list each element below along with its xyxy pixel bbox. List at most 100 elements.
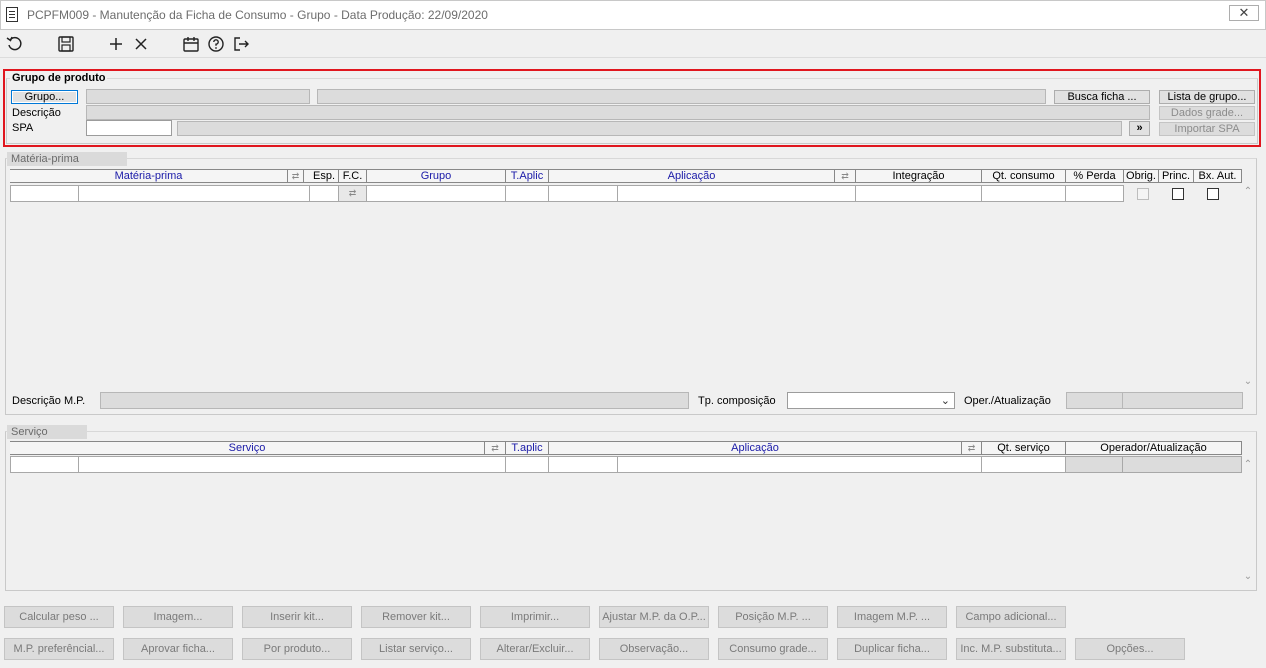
mp-scroll-up-icon[interactable]: ⌃	[1242, 186, 1254, 197]
opcoes-button[interactable]: Opções...	[1075, 638, 1185, 660]
servico-code-cell[interactable]	[10, 456, 79, 473]
close-button[interactable]: ✕	[1229, 5, 1259, 21]
ajustar-m-p-da-o-p-button[interactable]: Ajustar M.P. da O.P...	[599, 606, 709, 628]
servico-row[interactable]	[10, 456, 1242, 473]
grupo-name-field	[317, 89, 1046, 104]
aplicacao-code-cell[interactable]	[549, 185, 618, 202]
duplicar-ficha-button[interactable]: Duplicar ficha...	[837, 638, 947, 660]
m-p-preferencial-button[interactable]: M.P. preferêncial...	[4, 638, 114, 660]
grupo-code-field	[86, 89, 310, 104]
spa-input[interactable]	[86, 120, 172, 136]
aprovar-ficha-button[interactable]: Aprovar ficha...	[123, 638, 233, 660]
descricao-mp-label: Descrição M.P.	[12, 395, 86, 407]
descricao-label: Descrição	[12, 107, 61, 119]
toolbar-divider	[0, 57, 1266, 58]
servico-aplicacao-code-cell[interactable]	[549, 456, 618, 473]
col-bx-aut[interactable]: Bx. Aut.	[1194, 170, 1242, 182]
materia-prima-sort-icon[interactable]: ⇄	[288, 170, 304, 182]
col-t-aplic[interactable]: T.Aplic	[506, 170, 549, 182]
servico-scroll-up-icon[interactable]: ⌃	[1242, 459, 1254, 470]
por-produto-button[interactable]: Por produto...	[242, 638, 352, 660]
remover-kit-button[interactable]: Remover kit...	[361, 606, 471, 628]
alterar-excluir-button[interactable]: Alterar/Excluir...	[480, 638, 590, 660]
spa-description-field	[177, 121, 1122, 136]
chevron-down-icon: ⌄	[940, 395, 950, 407]
descricao-mp-field	[100, 392, 689, 409]
col-servico-t-aplic[interactable]: T.aplic	[506, 442, 549, 454]
col-aplicacao[interactable]: Aplicação	[549, 170, 835, 182]
campo-adicional-button[interactable]: Campo adicional...	[956, 606, 1066, 628]
col-qt-servico[interactable]: Qt. serviço	[982, 442, 1066, 454]
esp-cell[interactable]	[310, 185, 339, 202]
aplicacao-name-cell[interactable]	[618, 185, 856, 202]
atualizacao-field	[1122, 392, 1243, 409]
col-operador-atualizacao[interactable]: Operador/Atualização	[1066, 442, 1242, 454]
lista-grupo-button[interactable]: Lista de grupo...	[1159, 90, 1255, 104]
busca-ficha-button[interactable]: Busca ficha ...	[1054, 90, 1150, 104]
window-title: PCPFM009 - Manutenção da Ficha de Consum…	[27, 8, 488, 22]
spa-nav-button[interactable]: »	[1129, 121, 1150, 136]
listar-servico-button[interactable]: Listar serviço...	[361, 638, 471, 660]
col-servico-aplicacao[interactable]: Aplicação	[549, 442, 962, 454]
col-fc[interactable]: F.C.	[339, 170, 367, 182]
col-grupo[interactable]: Grupo	[367, 170, 506, 182]
bx-aut-checkbox[interactable]	[1207, 188, 1219, 200]
grupo-cell[interactable]	[367, 185, 506, 202]
delete-icon[interactable]	[131, 32, 151, 54]
materia-prima-row[interactable]: ⇄	[10, 185, 1242, 202]
servico-grid-header: Serviço ⇄ T.aplic Aplicação ⇄ Qt. serviç…	[10, 441, 1242, 455]
servico-name-cell[interactable]	[79, 456, 506, 473]
servico-group	[5, 431, 1257, 591]
col-esp[interactable]: Esp.	[310, 170, 339, 182]
integracao-cell[interactable]	[856, 185, 982, 202]
mp-scroll-down-icon[interactable]: ⌄	[1242, 376, 1254, 387]
posicao-m-p-button[interactable]: Posição M.P. ...	[718, 606, 828, 628]
servico-aplicacao-name-cell[interactable]	[618, 456, 982, 473]
qt-servico-cell[interactable]	[982, 456, 1066, 473]
calendar-icon[interactable]	[181, 32, 201, 54]
qt-consumo-cell[interactable]	[982, 185, 1066, 202]
col-servico[interactable]: Serviço	[10, 442, 485, 454]
operador-cell	[1066, 456, 1123, 473]
fc-button-cell[interactable]: ⇄	[339, 185, 367, 202]
importar-spa-button[interactable]: Importar SPA	[1159, 122, 1255, 136]
consumo-grade-button[interactable]: Consumo grade...	[718, 638, 828, 660]
imagem-m-p-button[interactable]: Imagem M.P. ...	[837, 606, 947, 628]
col-qt-consumo[interactable]: Qt. consumo	[982, 170, 1066, 182]
refresh-icon[interactable]	[5, 32, 25, 54]
oper-atualizacao-label: Oper./Atualização	[964, 395, 1051, 407]
inserir-kit-button[interactable]: Inserir kit...	[242, 606, 352, 628]
servico-sort-icon[interactable]: ⇄	[485, 442, 506, 454]
col-perda[interactable]: % Perda	[1066, 170, 1124, 182]
imprimir-button[interactable]: Imprimir...	[480, 606, 590, 628]
tp-composicao-select[interactable]: ⌄	[787, 392, 955, 409]
save-icon[interactable]	[56, 32, 76, 54]
col-materia-prima[interactable]: Matéria-prima	[10, 170, 288, 182]
materia-prima-grid-header: Matéria-prima ⇄ Esp. F.C. Grupo T.Aplic …	[10, 169, 1242, 183]
help-icon[interactable]	[206, 32, 226, 54]
servico-legend: Serviço	[7, 425, 87, 439]
exit-icon[interactable]	[231, 32, 251, 54]
t-aplic-cell[interactable]	[506, 185, 549, 202]
inc-m-p-substituta-button[interactable]: Inc. M.P. substituta...	[956, 638, 1066, 660]
tp-composicao-label: Tp. composição	[698, 395, 776, 407]
servico-t-aplic-cell[interactable]	[506, 456, 549, 473]
materia-prima-legend: Matéria-prima	[7, 152, 127, 166]
servico-aplicacao-sort-icon[interactable]: ⇄	[962, 442, 982, 454]
mp-name-cell[interactable]	[79, 185, 310, 202]
dados-grade-button[interactable]: Dados grade...	[1159, 106, 1255, 120]
add-icon[interactable]	[106, 32, 126, 54]
princ-checkbox[interactable]	[1172, 188, 1184, 200]
col-princ[interactable]: Princ.	[1159, 170, 1194, 182]
observacao-button[interactable]: Observação...	[599, 638, 709, 660]
oper-field	[1066, 392, 1123, 409]
grupo-button[interactable]: Grupo...	[11, 90, 78, 104]
aplicacao-sort-icon[interactable]: ⇄	[835, 170, 856, 182]
mp-code-cell[interactable]	[10, 185, 79, 202]
calcular-peso-button[interactable]: Calcular peso ...	[4, 606, 114, 628]
perda-cell[interactable]	[1066, 185, 1124, 202]
servico-scroll-down-icon[interactable]: ⌄	[1242, 571, 1254, 582]
col-obrig[interactable]: Obrig.	[1124, 170, 1159, 182]
imagem-button[interactable]: Imagem...	[123, 606, 233, 628]
col-integracao[interactable]: Integração	[856, 170, 982, 182]
